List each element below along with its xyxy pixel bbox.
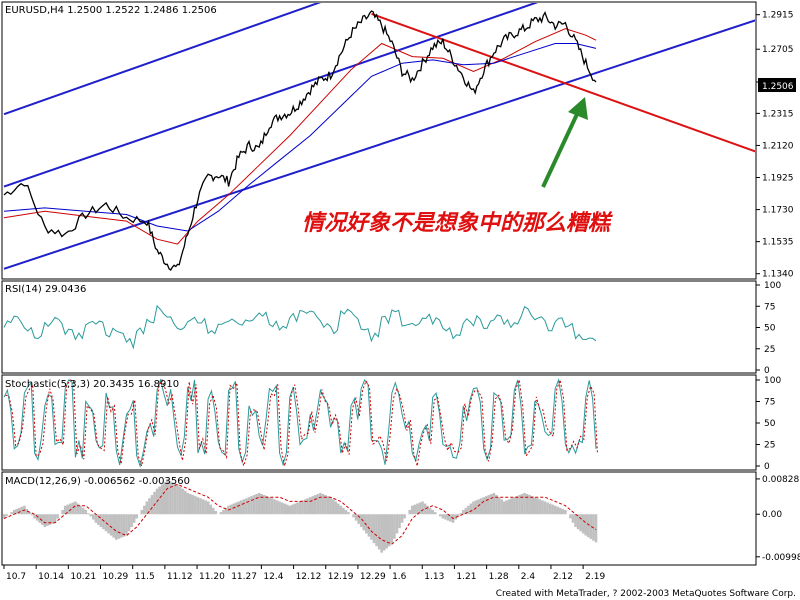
rsi-pane-title: RSI(14) 29.0436	[5, 284, 86, 295]
chart-background	[0, 0, 800, 600]
x-tick-label: 11.5	[135, 572, 155, 582]
price-pane-title: EURUSD,H4 1.2500 1.2522 1.2486 1.2506	[5, 5, 217, 16]
price-tick-label: 1.1925	[762, 174, 794, 184]
rsi-tick-label: 50	[764, 324, 776, 334]
x-tick-label: 1.13	[424, 572, 444, 582]
x-tick-label: 11.12	[167, 572, 193, 582]
rsi-tick-label: 75	[764, 302, 775, 312]
macd-tick-label: 0.00828	[762, 475, 799, 485]
price-axis: 1.2915 1.2705 1.2506 1.2315 1.2120 1.1925 1.17…	[756, 11, 794, 280]
x-tick-label: 12.4	[263, 572, 283, 582]
macd-tick-label: -0.00998	[762, 553, 800, 563]
stochastic-tick-label: 100	[764, 376, 781, 386]
x-tick-label: 12.12	[296, 572, 322, 582]
x-tick-label: 2.19	[585, 572, 605, 582]
x-tick-label: 10.7	[6, 572, 26, 582]
stochastic-tick-label: 50	[764, 419, 776, 429]
rsi-tick-label: 100	[764, 281, 781, 291]
x-tick-label: 10.14	[38, 572, 64, 582]
price-tick-label: 1.1340	[762, 270, 794, 280]
price-tick-label: 1.2915	[762, 11, 794, 21]
macd-pane-title: MACD(12,26,9) -0.006562 -0.003560	[5, 476, 190, 487]
current-price-label: 1.2506	[762, 82, 794, 92]
macd-tick-label: 0.00	[762, 510, 782, 520]
x-tick-label: 1.21	[456, 572, 476, 582]
rsi-tick-label: 0	[764, 366, 770, 376]
x-tick-label: 1.6	[392, 572, 407, 582]
price-tick-label: 1.2315	[762, 109, 794, 119]
x-tick-label: 1.28	[489, 572, 509, 582]
stochastic-tick-label: 75	[764, 398, 775, 408]
stochastic-pane-title: Stochastic(5,3,3) 20.3435 16.8910	[5, 379, 179, 390]
rsi-tick-label: 25	[764, 345, 775, 355]
stochastic-tick-label: 0	[764, 462, 770, 472]
price-tick-label: 1.2705	[762, 45, 794, 55]
price-tick-label: 1.1535	[762, 238, 794, 248]
x-tick-label: 10.21	[70, 572, 96, 582]
price-tick-label: 1.2120	[762, 141, 794, 151]
x-tick-label: 10.29	[103, 572, 129, 582]
metatrader-chart: 1.2915 1.2705 1.2506 1.2315 1.2120 1.1925 1.17…	[0, 0, 800, 600]
x-tick-label: 2.4	[521, 572, 536, 582]
price-tick-label: 1.1730	[762, 206, 794, 216]
chinese-annotation: 情况好象不是想象中的那么糟糕	[302, 210, 613, 236]
x-tick-label: 2.12	[553, 572, 573, 582]
stochastic-tick-label: 25	[764, 441, 775, 451]
x-tick-label: 12.19	[328, 572, 354, 582]
x-tick-label: 12.29	[360, 572, 386, 582]
x-tick-label: 11.27	[231, 572, 257, 582]
footer-credit: Created with MetaTrader, ? 2002-2003 Met…	[496, 589, 796, 599]
x-tick-label: 11.20	[199, 572, 225, 582]
